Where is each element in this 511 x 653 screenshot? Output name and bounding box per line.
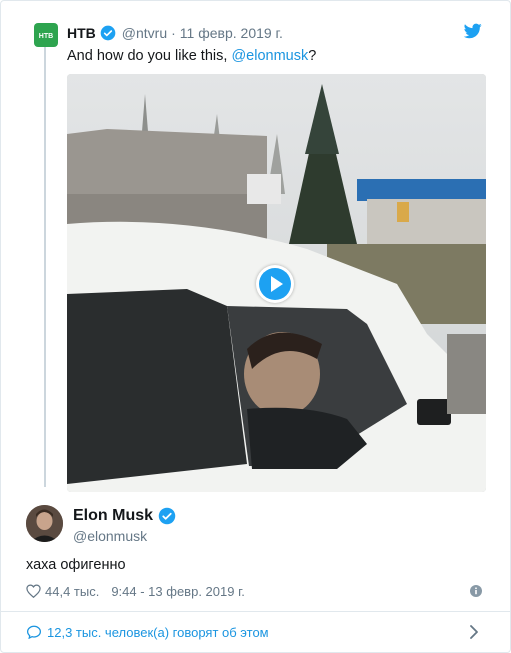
play-icon	[259, 268, 291, 300]
play-button[interactable]	[256, 265, 294, 303]
author-handle[interactable]: @elonmusk	[73, 528, 147, 544]
info-icon[interactable]	[470, 585, 482, 597]
verified-badge-icon	[100, 25, 116, 41]
heart-icon[interactable]	[26, 584, 41, 598]
quoted-tweet-header: НТВ @ntvru · 11 февр. 2019 г.	[67, 23, 283, 43]
like-count[interactable]: 44,4 тыс.	[45, 584, 99, 599]
quoted-author-handle[interactable]: @ntvru	[122, 25, 167, 41]
chevron-right-icon[interactable]	[469, 625, 479, 639]
embedded-tweet-card: НТВ НТВ @ntvru · 11 февр. 2019 г. And ho…	[0, 0, 511, 653]
footer-divider	[1, 611, 510, 612]
ntv-avatar[interactable]: НТВ	[34, 23, 58, 47]
tweet-timestamp[interactable]: 9:44 - 13 февр. 2019 г.	[111, 584, 245, 599]
author-name[interactable]: Elon Musk	[73, 507, 153, 525]
tweet-text: хаха офигенно	[26, 557, 126, 573]
tweet-meta: 44,4 тыс. 9:44 - 13 февр. 2019 г.	[26, 582, 245, 600]
conversation-count-label[interactable]: 12,3 тыс. человек(а) говорят об этом	[47, 625, 269, 640]
verified-badge-icon	[158, 507, 176, 525]
thread-line	[44, 47, 46, 487]
mention-link[interactable]: @elonmusk	[231, 48, 308, 64]
twitter-bird-icon[interactable]	[464, 23, 482, 39]
video-thumbnail[interactable]	[67, 74, 486, 492]
quoted-tweet-date[interactable]: 11 февр. 2019 г.	[180, 25, 283, 41]
header-separator: ·	[171, 25, 176, 41]
author-name-row: Elon Musk	[73, 507, 176, 525]
avatar-image	[26, 505, 63, 542]
quoted-tweet-text: And how do you like this, @elonmusk?	[67, 46, 316, 66]
quoted-text-end: ?	[308, 48, 317, 64]
speech-bubble-icon	[26, 625, 42, 639]
conversation-link[interactable]: 12,3 тыс. человек(а) говорят об этом	[26, 621, 269, 643]
svg-text:НТВ: НТВ	[39, 33, 53, 40]
quoted-text-start: And how do you like this,	[67, 48, 232, 64]
quoted-author-name[interactable]: НТВ	[67, 25, 96, 41]
author-avatar[interactable]	[26, 505, 63, 542]
